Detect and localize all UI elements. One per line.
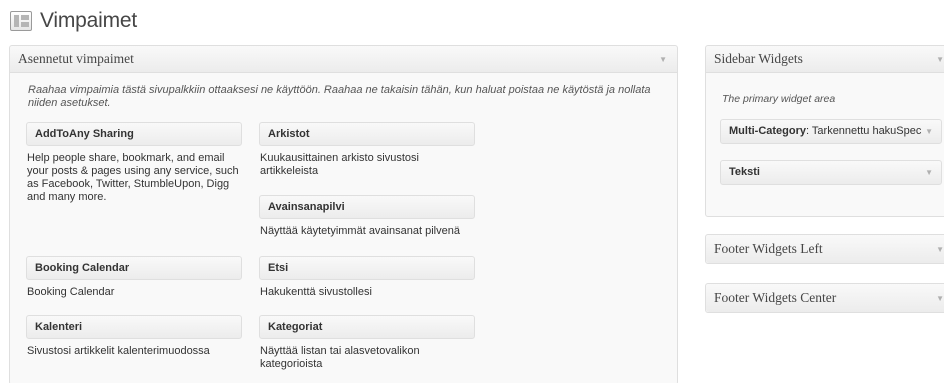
expand-arrow-icon[interactable]: ▼ [925, 120, 933, 143]
widget-title[interactable]: Kalenteri [26, 315, 242, 339]
available-widgets-description: Raahaa vimpaimia tästä sivupalkkiin otta… [28, 84, 651, 109]
footer-widgets-left-panel: Footer Widgets Left ▼ [705, 234, 944, 264]
footer-widgets-left-header[interactable]: Footer Widgets Left ▼ [706, 235, 944, 263]
widget-kalenteri[interactable]: Kalenteri Sivustosi artikkelit kalenteri… [26, 315, 242, 358]
collapse-arrow-icon[interactable]: ▼ [936, 55, 944, 64]
widgets-screen-icon [10, 11, 32, 31]
widget-description: Sivustosi artikkelit kalenterimuodossa [27, 345, 210, 357]
widget-kategoriat[interactable]: Kategoriat Näyttää listan tai alasvetova… [259, 315, 475, 371]
available-widgets-panel: Asennetut vimpaimet ▼ Raahaa vimpaimia t… [9, 45, 678, 383]
widget-title[interactable]: Kategoriat [259, 315, 475, 339]
sidebar-widget-multi-category[interactable]: Multi-Category: Tarkennettu hakuSpec ▼ [720, 119, 942, 144]
page-header: Vimpaimet [10, 8, 137, 34]
sidebar-widgets-header[interactable]: Sidebar Widgets ▼ [706, 46, 944, 73]
footer-widgets-center-panel: Footer Widgets Center ▼ [705, 283, 944, 313]
widget-area-description: The primary widget area [722, 93, 836, 105]
widget-description: Näyttää käytetyimmät avainsanat pilvenä [260, 225, 460, 237]
widget-title: Multi-Category [729, 125, 806, 137]
available-widgets-header[interactable]: Asennetut vimpaimet ▼ [10, 46, 677, 73]
page-title: Vimpaimet [40, 9, 138, 32]
widget-arkistot[interactable]: Arkistot Kuukausittainen arkisto sivusto… [259, 122, 475, 178]
widget-title[interactable]: Etsi [259, 256, 475, 280]
widget-booking-calendar[interactable]: Booking Calendar Booking Calendar [26, 256, 242, 299]
widget-title[interactable]: Avainsanapilvi [259, 195, 475, 219]
widget-addtoany-sharing[interactable]: AddToAny Sharing Help people share, book… [26, 122, 242, 204]
footer-widgets-center-title: Footer Widgets Center [714, 290, 837, 305]
sidebar-widgets-title: Sidebar Widgets [714, 51, 803, 66]
footer-widgets-left-title: Footer Widgets Left [714, 241, 823, 256]
widget-title[interactable]: AddToAny Sharing [26, 122, 242, 146]
collapse-arrow-icon[interactable]: ▼ [936, 294, 944, 303]
available-widgets-title: Asennetut vimpaimet [18, 51, 134, 66]
widget-title[interactable]: Arkistot [259, 122, 475, 146]
widget-description: Näyttää listan tai alasvetovalikon kateg… [260, 345, 420, 370]
widget-description: Booking Calendar [27, 286, 115, 298]
widget-avainsanapilvi[interactable]: Avainsanapilvi Näyttää käytetyimmät avai… [259, 195, 475, 238]
widget-etsi[interactable]: Etsi Hakukenttä sivustollesi [259, 256, 475, 299]
sidebar-widgets-panel: Sidebar Widgets ▼ The primary widget are… [705, 45, 944, 217]
collapse-arrow-icon[interactable]: ▼ [936, 245, 944, 254]
widget-title[interactable]: Booking Calendar [26, 256, 242, 280]
footer-widgets-center-header[interactable]: Footer Widgets Center ▼ [706, 284, 944, 312]
widget-instance-title: : Tarkennettu hakuSpec [806, 125, 922, 137]
sidebar-widget-teksti[interactable]: Teksti ▼ [720, 160, 942, 185]
collapse-arrow-icon[interactable]: ▼ [659, 55, 667, 64]
expand-arrow-icon[interactable]: ▼ [925, 161, 933, 184]
widget-title: Teksti [729, 166, 760, 178]
widget-description: Kuukausittainen arkisto sivustosi artikk… [260, 152, 419, 177]
widget-description: Help people share, bookmark, and email y… [27, 152, 239, 203]
widget-description: Hakukenttä sivustollesi [260, 286, 372, 298]
